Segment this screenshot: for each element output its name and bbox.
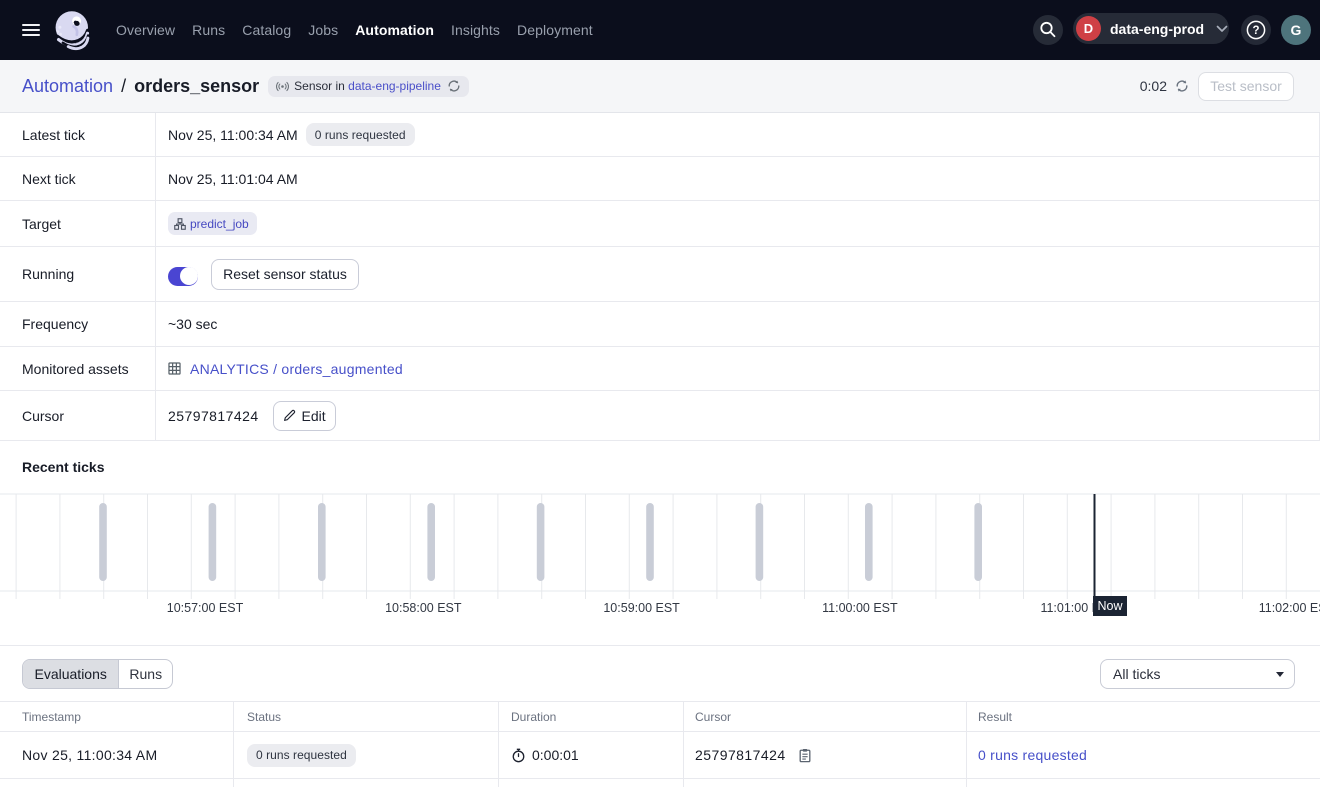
svg-text:Now: Now xyxy=(1097,599,1123,613)
svg-text:11:02:00 EST: 11:02:00 EST xyxy=(1259,601,1320,615)
svg-text:10:58:00 EST: 10:58:00 EST xyxy=(385,601,462,615)
svg-text:11:01:00 EST: 11:01:00 EST xyxy=(1040,601,1116,615)
svg-text:11:00:00 EST: 11:00:00 EST xyxy=(822,601,898,615)
svg-text:10:57:00 EST: 10:57:00 EST xyxy=(167,601,244,615)
svg-text:10:59:00 EST: 10:59:00 EST xyxy=(603,601,680,615)
svg-text:?: ? xyxy=(1252,25,1259,37)
